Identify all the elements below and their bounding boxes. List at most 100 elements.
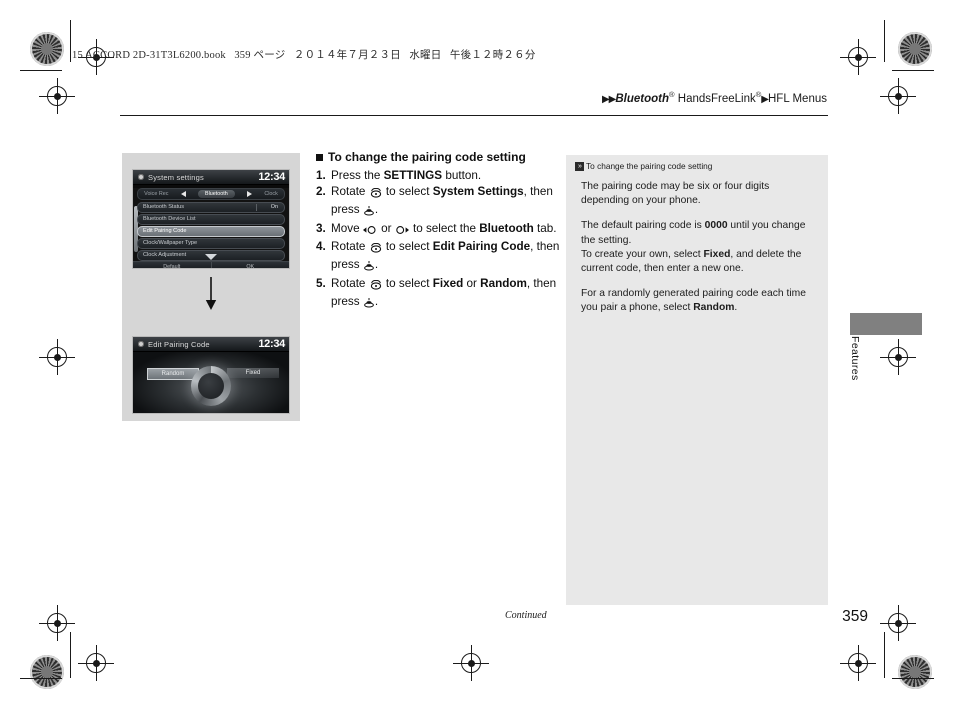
trim-line-top-right-h <box>892 70 934 71</box>
nav-screen1-bottom-bar: Default OK <box>133 261 290 269</box>
instructions-heading: To change the pairing code setting <box>316 150 564 165</box>
default-button[interactable]: Default <box>133 262 211 269</box>
step-text: Press the SETTINGS button. <box>331 169 482 183</box>
nav-screen1-body: Voice Rec Bluetooth Clock Bluetooth Stat… <box>133 188 290 269</box>
crop-mark-left-lower <box>39 605 75 641</box>
fixed-option-label: Fixed <box>703 248 731 260</box>
bullet-square-icon <box>316 154 323 161</box>
nav-screen1-titlebar: System settings 12:34 <box>133 170 289 185</box>
step-number: 4. <box>316 240 326 254</box>
trim-line-top-left-v <box>70 20 71 62</box>
press-dial-icon <box>363 297 375 312</box>
dial-option-random[interactable]: Random <box>147 367 199 380</box>
trim-line-top-right-v <box>884 20 885 62</box>
edit-pairing-code-label: Edit Pairing Code <box>432 240 531 254</box>
nav-screen1-menu-list: Bluetooth Status On Bluetooth Device Lis… <box>137 202 285 261</box>
breadcrumb-item-bluetooth: Bluetooth <box>615 92 670 105</box>
menu-item-bluetooth-device-list[interactable]: Bluetooth Device List <box>137 214 285 225</box>
fixed-option-label: Fixed <box>432 276 464 290</box>
crop-mark-bottom-left <box>78 645 114 681</box>
nav-screen2-clock: 12:34 <box>258 338 285 350</box>
pairing-code-dial-screen: Random Fixed <box>133 352 289 413</box>
settings-gear-icon <box>138 341 144 347</box>
settings-gear-icon <box>138 174 144 180</box>
note-paragraph-4: For a randomly generated pairing code ea… <box>581 288 806 314</box>
trim-line-top-left-h <box>20 70 62 71</box>
print-job-slug: 15 ACCORD 2D-31T3L6200.book 359 ページ ２０１４… <box>72 50 536 61</box>
nav-screen2-title: Edit Pairing Code <box>148 339 210 349</box>
instruction-step-2: 2. Rotate to select System Settings, the… <box>316 184 564 221</box>
nav-screen2-titlebar: Edit Pairing Code 12:34 <box>133 337 289 352</box>
instruction-step-3: 3. Move or to select the Bluetooth tab. <box>316 221 564 239</box>
step-number: 3. <box>316 221 326 235</box>
instructions-heading-text: To change the pairing code setting <box>328 150 526 164</box>
header-divider <box>120 115 828 116</box>
step-text: Rotate to select Fixed or Random, then p… <box>331 276 564 313</box>
tab-clock[interactable]: Clock <box>264 191 277 197</box>
menu-label: Bluetooth Device List <box>143 216 196 223</box>
step-number: 5. <box>316 276 326 290</box>
menu-value-divider <box>256 204 257 211</box>
tab-left-arrow-icon[interactable] <box>180 191 186 197</box>
tab-right-arrow-icon[interactable] <box>247 191 253 197</box>
crop-mark-bottom-center <box>453 645 489 681</box>
dial-option-fixed[interactable]: Fixed <box>227 367 279 378</box>
step-text: Rotate to select Edit Pairing Code, then… <box>331 239 564 276</box>
crop-mark-right-upper <box>880 78 916 114</box>
nav-screen2-body: Random Fixed <box>133 352 289 413</box>
nav-screenshot-system-settings: System settings 12:34 Voice Rec Bluetoot… <box>132 169 290 269</box>
continued-label: Continued <box>505 610 547 621</box>
crop-mark-left-middle <box>39 339 75 375</box>
note-title-row: » To change the pairing code setting <box>575 161 819 171</box>
section-tab-features: Features <box>849 336 861 381</box>
color-registration-target-bottom-left <box>30 655 64 689</box>
breadcrumb-arrow-icon-1: ▶▶ <box>601 93 616 105</box>
random-option-label: Random <box>480 276 527 290</box>
crop-mark-bottom-right <box>840 645 876 681</box>
nav-screen1-clock: 12:34 <box>258 171 285 183</box>
note-badge-icon: » <box>575 161 584 171</box>
menu-label: Clock/Wallpaper Type <box>143 240 198 247</box>
figure-panel: System settings 12:34 Voice Rec Bluetoot… <box>122 153 300 421</box>
note-sidebar: » To change the pairing code setting The… <box>566 155 828 605</box>
scroll-down-caret-icon[interactable] <box>205 254 217 260</box>
nav-screenshot-edit-pairing-code: Edit Pairing Code 12:34 Random Fixed <box>132 336 290 414</box>
press-dial-icon <box>363 205 375 220</box>
color-registration-target-top-right <box>898 32 932 66</box>
menu-label: Edit Pairing Code <box>143 228 187 235</box>
page-number: 359 <box>842 608 868 625</box>
color-registration-target-top-left <box>30 32 64 66</box>
instructions-block: To change the pairing code setting 1. Pr… <box>316 150 564 313</box>
step-text: Move or to select the Bluetooth tab. <box>331 221 564 239</box>
menu-item-edit-pairing-code[interactable]: Edit Pairing Code <box>137 226 285 237</box>
breadcrumb: ▶▶Bluetooth® HandsFreeLink®▶HFL Menus <box>602 90 827 105</box>
dial-left-icon <box>362 224 378 239</box>
note-paragraph-2: The default pairing code is 0000 until y… <box>581 220 806 246</box>
note-title-text: To change the pairing code setting <box>586 161 713 171</box>
instruction-step-5: 5. Rotate to select Fixed or Random, the… <box>316 276 564 313</box>
section-tab-block <box>850 313 922 335</box>
nav-screen1-title: System settings <box>148 172 204 182</box>
flow-arrow-down-icon <box>122 277 300 316</box>
dial-right-icon <box>395 224 410 239</box>
menu-item-bluetooth-status[interactable]: Bluetooth Status On <box>137 202 285 213</box>
ok-button[interactable]: OK <box>210 262 290 268</box>
nav-screen1-tabrow: Voice Rec Bluetooth Clock <box>137 188 285 200</box>
menu-item-clock-wallpaper-type[interactable]: Clock/Wallpaper Type <box>137 238 285 249</box>
note-paragraph-3: To create your own, select Fixed, and de… <box>581 248 802 275</box>
trim-line-bottom-right-v <box>884 632 885 678</box>
breadcrumb-item-handsfreelink: HandsFreeLink <box>674 92 756 105</box>
breadcrumb-item-hfl-menus: HFL Menus <box>767 92 827 105</box>
rotary-dial-graphic-icon <box>191 366 231 407</box>
crop-mark-right-middle <box>880 339 916 375</box>
tab-voice-rec[interactable]: Voice Rec <box>144 191 168 197</box>
menu-label: Bluetooth Status <box>143 204 185 211</box>
instruction-step-4: 4. Rotate to select Edit Pairing Code, t… <box>316 239 564 276</box>
rotary-dial-icon <box>369 187 383 202</box>
menu-label: Clock Adjustment <box>143 252 187 259</box>
menu-value: On <box>270 204 278 211</box>
step-text: Rotate to select System Settings, then p… <box>331 184 564 221</box>
color-registration-target-bottom-right <box>898 655 932 689</box>
note-paragraph-1: The pairing code may be six or four digi… <box>581 181 770 207</box>
tab-bluetooth-selected[interactable]: Bluetooth <box>197 190 235 198</box>
